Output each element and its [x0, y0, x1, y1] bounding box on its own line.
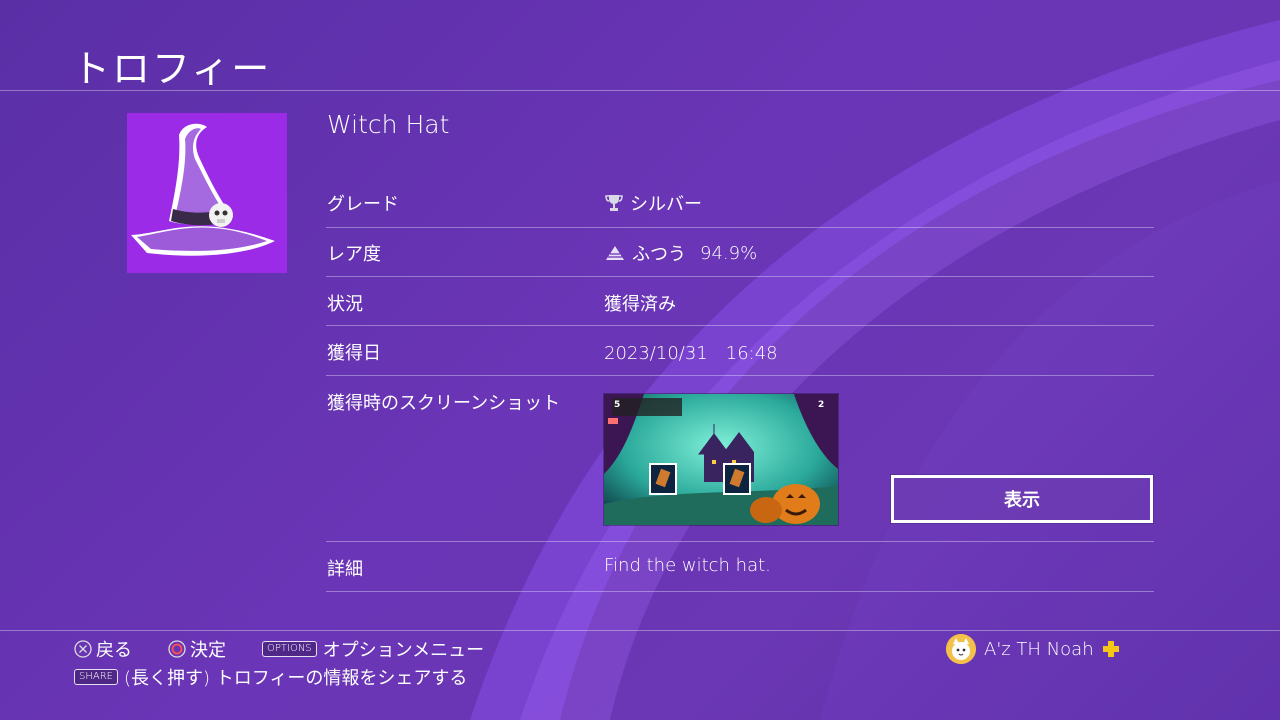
hud-right-number: 2 [818, 400, 824, 410]
view-screenshot-button[interactable]: 表示 [891, 475, 1153, 523]
avatar [946, 634, 976, 664]
detail-value: Find the witch hat. [604, 555, 771, 576]
witch-hat-icon [131, 123, 275, 256]
date-value: 2023/10/31 16:48 [604, 343, 778, 364]
share-hint: (長く押す) トロフィーの情報をシェアする [123, 668, 468, 689]
rarity-value: ふつう 94.9% [604, 240, 757, 266]
status-label: 状況 [327, 294, 363, 315]
trophy-name: Witch Hat [327, 110, 450, 139]
cross-button-icon [74, 640, 92, 658]
ps-plus-icon [1102, 641, 1119, 657]
options-button-icon: OPTIONS [262, 641, 317, 657]
page-title: トロフィー [72, 47, 272, 91]
row-divider [326, 375, 1154, 376]
avatar-image [946, 634, 976, 664]
grade-label: グレード [327, 194, 399, 215]
silver-trophy-icon [605, 195, 623, 211]
confirm-hint: 決定 [190, 640, 226, 661]
user-profile: A'z TH Noah [946, 634, 1120, 664]
row-divider [326, 591, 1154, 592]
hud-left-number: 5 [614, 400, 620, 410]
options-hint: オプションメニュー [322, 640, 485, 661]
rarity-label: レア度 [327, 244, 381, 265]
footer-divider [0, 630, 1280, 631]
footer-controls: 戻る 決定 OPTIONS オプションメニュー [74, 636, 484, 662]
halloween-scene-image: 5 2 [604, 394, 838, 525]
rarity-pyramid-icon [606, 246, 624, 260]
trophy-icon [127, 113, 287, 273]
header-divider [0, 90, 1280, 91]
screenshot-thumbnail[interactable]: 5 2 [603, 393, 839, 526]
grade-text: シルバー [630, 194, 702, 215]
grade-value: シルバー [604, 190, 702, 216]
status-value: 獲得済み [604, 294, 676, 315]
row-divider [326, 227, 1154, 228]
share-button-icon: SHARE [74, 669, 118, 685]
rarity-text: ふつう [632, 244, 686, 265]
circle-button-icon [168, 640, 186, 658]
footer-share: SHARE (長く押す) トロフィーの情報をシェアする [74, 664, 467, 690]
screenshot-label: 獲得時のスクリーンショット [327, 393, 561, 414]
detail-label: 詳細 [327, 559, 363, 580]
row-divider [326, 276, 1154, 277]
back-hint: 戻る [96, 640, 132, 661]
date-label: 獲得日 [327, 343, 381, 364]
row-divider [326, 541, 1154, 542]
row-divider [326, 325, 1154, 326]
rarity-percent: 94.9% [700, 242, 758, 264]
user-name: A'z TH Noah [984, 638, 1094, 660]
